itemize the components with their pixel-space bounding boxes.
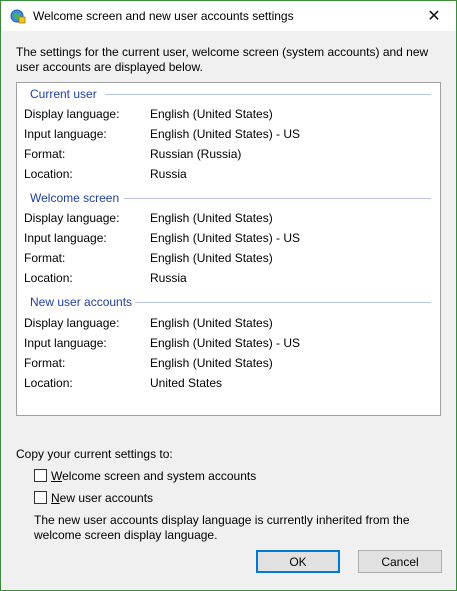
current-user-format-value: Russian (Russia) bbox=[150, 147, 242, 161]
new-user-format-label: Format: bbox=[24, 356, 66, 370]
current-user-input-language-label: Input language: bbox=[24, 127, 107, 141]
cancel-button[interactable]: Cancel bbox=[358, 550, 442, 573]
settings-panel: Current user Display language: English (… bbox=[16, 82, 441, 416]
welcome-format-value: English (United States) bbox=[150, 251, 273, 265]
current-user-display-language-label: Display language: bbox=[24, 107, 120, 121]
new-user-input-language-label: Input language: bbox=[24, 336, 107, 350]
new-user-accounts-checkbox-label[interactable]: New user accounts bbox=[51, 491, 153, 505]
window-title: Welcome screen and new user accounts set… bbox=[33, 9, 294, 23]
intro-text: The settings for the current user, welco… bbox=[16, 45, 429, 74]
section-header-welcome-screen: Welcome screen bbox=[30, 191, 120, 205]
welcome-format-label: Format: bbox=[24, 251, 66, 265]
new-user-format-value: English (United States) bbox=[150, 356, 273, 370]
ok-button[interactable]: OK bbox=[256, 550, 340, 573]
section-divider bbox=[124, 198, 431, 199]
close-button[interactable]: ✕ bbox=[412, 1, 456, 31]
welcome-display-language-label: Display language: bbox=[24, 211, 120, 225]
new-user-location-label: Location: bbox=[24, 376, 73, 390]
section-divider bbox=[105, 94, 431, 95]
inheritance-note: The new user accounts display language i… bbox=[34, 513, 410, 542]
welcome-display-language-value: English (United States) bbox=[150, 211, 273, 225]
new-user-display-language-label: Display language: bbox=[24, 316, 120, 330]
current-user-display-language-value: English (United States) bbox=[150, 107, 273, 121]
current-user-location-label: Location: bbox=[24, 167, 73, 181]
new-user-display-language-value: English (United States) bbox=[150, 316, 273, 330]
copy-settings-label: Copy your current settings to: bbox=[16, 447, 173, 461]
welcome-location-value: Russia bbox=[150, 271, 187, 285]
welcome-location-label: Location: bbox=[24, 271, 73, 285]
section-header-current-user: Current user bbox=[30, 87, 97, 101]
welcome-input-language-label: Input language: bbox=[24, 231, 107, 245]
welcome-screen-checkbox-label[interactable]: Welcome screen and system accounts bbox=[51, 469, 256, 483]
new-user-accounts-checkbox[interactable] bbox=[34, 491, 47, 504]
welcome-input-language-value: English (United States) - US bbox=[150, 231, 301, 245]
new-user-location-value: United States bbox=[150, 376, 223, 390]
current-user-input-language-value: English (United States) - US bbox=[150, 127, 301, 141]
section-divider bbox=[135, 302, 431, 303]
title-bar[interactable]: Welcome screen and new user accounts set… bbox=[1, 1, 456, 31]
new-user-accounts-checkbox-row[interactable]: New user accounts bbox=[34, 490, 153, 505]
welcome-screen-checkbox-row[interactable]: Welcome screen and system accounts bbox=[34, 468, 256, 483]
new-user-input-language-value: English (United States) - US bbox=[150, 336, 301, 350]
dialog-window: Welcome screen and new user accounts set… bbox=[0, 0, 457, 591]
current-user-location-value: Russia bbox=[150, 167, 187, 181]
current-user-format-label: Format: bbox=[24, 147, 66, 161]
close-icon: ✕ bbox=[427, 8, 441, 25]
welcome-screen-checkbox[interactable] bbox=[34, 469, 47, 482]
globe-settings-icon bbox=[10, 8, 26, 24]
section-header-new-user-accounts: New user accounts bbox=[30, 295, 133, 309]
